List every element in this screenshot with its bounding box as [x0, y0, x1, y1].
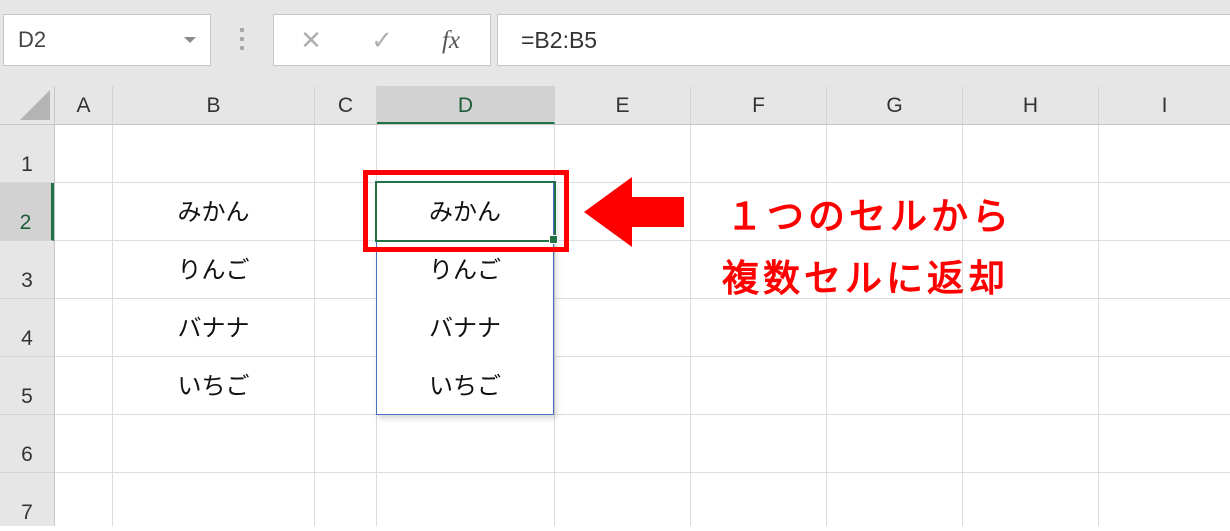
formula-input[interactable]: =B2:B5: [497, 14, 1230, 66]
row-header-7[interactable]: 7: [0, 473, 54, 531]
cell-d5[interactable]: いちご: [377, 357, 553, 415]
formula-text: =B2:B5: [521, 27, 598, 53]
chevron-down-icon[interactable]: [184, 37, 196, 43]
column-header-a[interactable]: A: [55, 86, 113, 124]
row-header-2[interactable]: 2: [0, 183, 54, 241]
column-header-c[interactable]: C: [315, 86, 377, 124]
column-header-f[interactable]: F: [691, 86, 827, 124]
select-all-button[interactable]: [0, 86, 55, 124]
cell-b2[interactable]: みかん: [113, 183, 314, 241]
row-header-5[interactable]: 5: [0, 357, 54, 415]
cell-b3[interactable]: りんご: [113, 241, 314, 299]
formula-bar-area: D2 ✕ ✓ fx =B2:B5: [0, 0, 1230, 86]
row-header-3[interactable]: 3: [0, 241, 54, 299]
name-box-value: D2: [18, 27, 47, 52]
name-box[interactable]: D2: [3, 14, 211, 66]
row-headers: 1 2 3 4 5 6 7: [0, 125, 55, 526]
column-headers: A B C D E F G H I: [0, 86, 1230, 125]
annotation-line-2: 複数セルに返却: [722, 257, 1009, 300]
row-header-4[interactable]: 4: [0, 299, 54, 357]
column-header-h[interactable]: H: [963, 86, 1099, 124]
arrow-left-icon: [584, 177, 684, 247]
formula-buttons: ✕ ✓ fx: [273, 14, 491, 66]
confirm-icon[interactable]: ✓: [365, 27, 399, 55]
column-header-e[interactable]: E: [555, 86, 691, 124]
column-header-i[interactable]: I: [1099, 86, 1230, 124]
cancel-icon[interactable]: ✕: [294, 27, 328, 55]
column-header-d[interactable]: D: [377, 86, 555, 124]
cell-d4[interactable]: バナナ: [377, 299, 553, 357]
cell-b5[interactable]: いちご: [113, 357, 314, 415]
cell-b4[interactable]: バナナ: [113, 299, 314, 357]
annotation-line-1: １つのセルから: [726, 195, 1013, 238]
column-header-b[interactable]: B: [113, 86, 315, 124]
insert-function-icon[interactable]: fx: [434, 27, 468, 55]
drag-handle-icon[interactable]: [236, 28, 248, 58]
highlight-box: [363, 170, 569, 252]
row-header-1[interactable]: 1: [0, 125, 54, 183]
row-header-6[interactable]: 6: [0, 415, 54, 473]
column-header-g[interactable]: G: [827, 86, 963, 124]
select-all-icon: [20, 90, 50, 120]
